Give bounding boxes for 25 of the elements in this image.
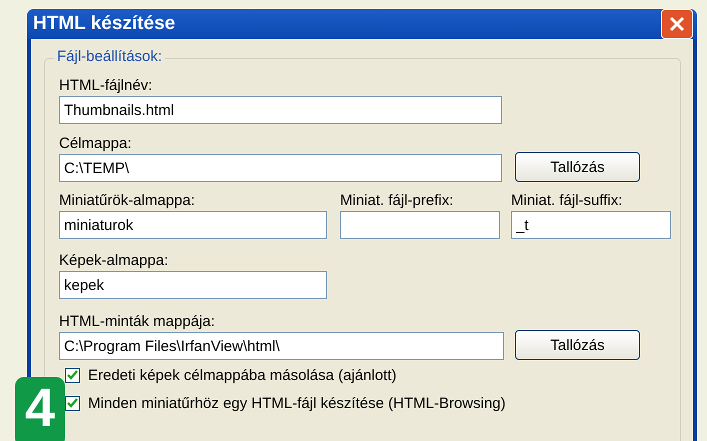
field-label: Miniat. fájl-suffix: [511, 192, 624, 209]
checkbox-label: Eredeti képek célmappába másolása (ajánlott) [88, 367, 397, 384]
close-button[interactable] [661, 9, 693, 39]
field-label: HTML-fájlnév: [59, 77, 154, 94]
checkbox-label: Minden miniatűrhöz egy HTML-fájl készítése (HTML-Browsing) [88, 395, 506, 412]
text-field[interactable]: kepek [59, 271, 327, 299]
field-label: Célmappa: [59, 135, 133, 152]
text-field[interactable]: C:\Program Files\IrfanView\html\ [59, 332, 504, 360]
browse-button[interactable]: Tallózás [515, 152, 640, 182]
text-field[interactable]: miniaturok [59, 211, 327, 239]
text-field[interactable]: Thumbnails.html [59, 96, 502, 124]
step-badge: 4 [15, 377, 65, 441]
close-icon [669, 16, 685, 32]
field-label: Miniat. fájl-prefix: [340, 192, 454, 209]
window-title: HTML készítése [33, 13, 176, 35]
text-field[interactable]: _t [511, 211, 671, 239]
field-label: Miniatűrök-almappa: [59, 192, 196, 209]
field-label: Képek-almappa: [59, 252, 170, 269]
text-field[interactable] [340, 211, 500, 239]
checkbox[interactable] [65, 368, 80, 383]
field-label: HTML-minták mappája: [59, 313, 216, 330]
browse-button[interactable]: Tallózás [515, 330, 640, 360]
text-field[interactable]: C:\TEMP\ [59, 154, 502, 182]
checkbox[interactable] [65, 396, 80, 411]
group-legend: Fájl-beállítások: [54, 48, 166, 65]
